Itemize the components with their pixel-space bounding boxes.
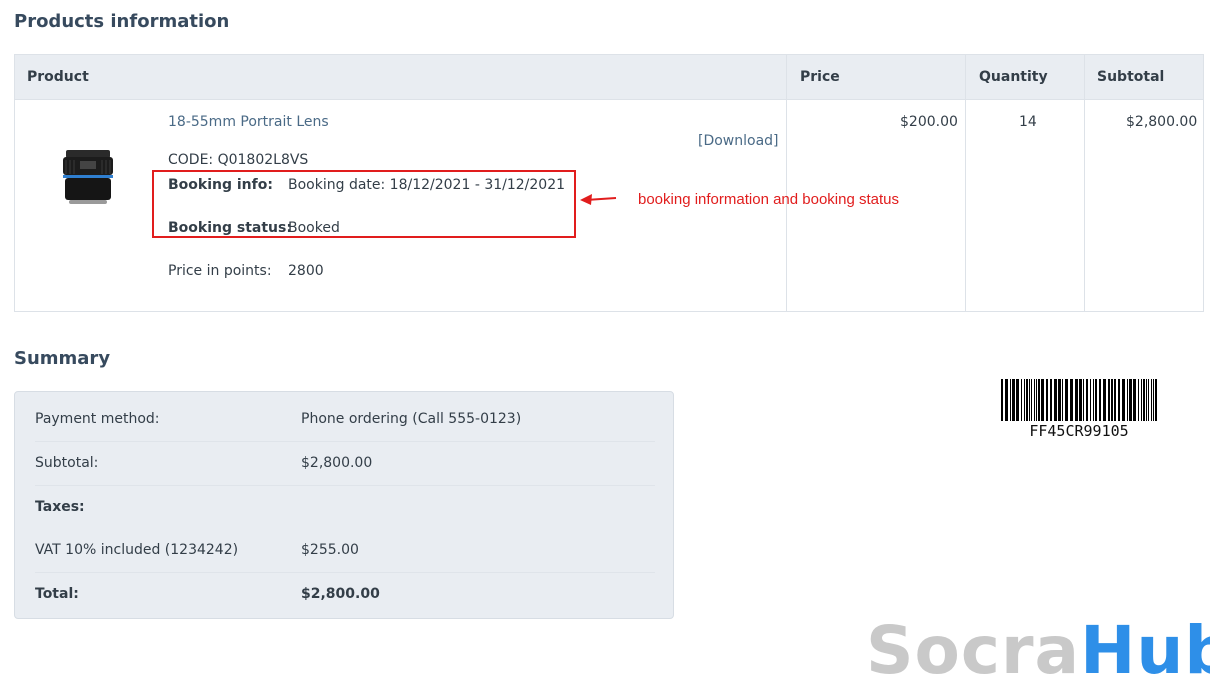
barcode-bar [1141, 379, 1142, 421]
barcode-bar [1058, 379, 1061, 421]
summary-row-vat: VAT 10% included (1234242) $255.00 [35, 529, 655, 573]
column-header-quantity: Quantity [979, 69, 1048, 85]
subtotal-value: $2,800.00 [1126, 114, 1198, 130]
price-value: $200.00 [900, 114, 958, 130]
summary-label: Total: [35, 586, 79, 602]
summary-panel: Payment method: Phone ordering (Call 555… [14, 391, 674, 619]
barcode-bar [1070, 379, 1073, 421]
summary-value: $2,800.00 [301, 455, 373, 471]
barcode-bar [1065, 379, 1068, 421]
column-divider [965, 55, 966, 311]
barcode-bar [1129, 379, 1132, 421]
summary-row-payment-method: Payment method: Phone ordering (Call 555… [35, 398, 655, 442]
annotation-note: booking information and booking status [638, 191, 900, 208]
summary-value: $2,800.00 [301, 586, 380, 602]
summary-row-total: Total: $2,800.00 [35, 573, 655, 616]
barcode-bar [1108, 379, 1110, 421]
download-link[interactable]: [Download] [698, 133, 779, 149]
barcode-bar [1086, 379, 1088, 421]
summary-row-taxes: Taxes: [35, 486, 655, 529]
socrahub-watermark-logo: SocraHub [866, 618, 1210, 684]
barcode-bar [1093, 379, 1094, 421]
watermark-part-2: Hub [1080, 612, 1210, 689]
summary-label: Taxes: [35, 499, 85, 515]
barcode-bar [1138, 379, 1139, 421]
barcode-bar [1133, 379, 1136, 421]
annotation-arrow-icon [580, 194, 617, 205]
barcode-bar [1118, 379, 1120, 421]
summary-row-subtotal: Subtotal: $2,800.00 [35, 442, 655, 486]
barcode-bar [1016, 379, 1019, 421]
barcode-bar [1038, 379, 1040, 421]
summary-label: Subtotal: [35, 455, 99, 471]
barcode-bar [1103, 379, 1106, 421]
barcode-bar [1155, 379, 1157, 421]
barcode-bar [1034, 379, 1035, 421]
barcode-bar [1062, 379, 1063, 421]
barcode-bar [1148, 379, 1149, 421]
barcode-bar [1031, 379, 1032, 421]
barcode-bar [1075, 379, 1078, 421]
product-name-link[interactable]: 18-55mm Portrait Lens [168, 114, 329, 130]
column-divider [786, 55, 787, 311]
barcode-bar [1050, 379, 1052, 421]
barcode-bar [1026, 379, 1028, 421]
summary-value: $255.00 [301, 542, 359, 558]
barcode-bar [1083, 379, 1084, 421]
column-header-price: Price [800, 69, 840, 85]
table-header: Product Price Quantity Subtotal [15, 55, 1203, 100]
barcode-bar [1111, 379, 1113, 421]
quantity-value: 14 [1019, 114, 1037, 130]
column-divider [1084, 55, 1085, 311]
column-header-product: Product [27, 69, 89, 85]
barcode-bar [1095, 379, 1097, 421]
barcode-bar [1024, 379, 1025, 421]
barcode-bar [1010, 379, 1011, 421]
barcode-text: FF45CR99105 [1029, 422, 1129, 440]
barcode-image [1001, 379, 1157, 421]
summary-title: Summary [14, 348, 111, 369]
barcode-bar [1012, 379, 1015, 421]
product-code: CODE: Q01802L8VS [168, 152, 309, 168]
barcode-bar [1021, 379, 1022, 421]
price-in-points-value: 2800 [288, 263, 324, 279]
barcode-bar [1041, 379, 1044, 421]
barcode-bar [1036, 379, 1037, 421]
barcode-bar [1001, 379, 1003, 421]
barcode-bar [1114, 379, 1116, 421]
column-header-subtotal: Subtotal [1097, 69, 1165, 85]
barcode-bar [1079, 379, 1082, 421]
barcode-bar [1099, 379, 1101, 421]
booking-highlight-box [152, 170, 576, 238]
barcode-bar [1029, 379, 1030, 421]
barcode-bar [1090, 379, 1091, 421]
camera-lens-image [63, 150, 113, 204]
watermark-part-1: Socra [866, 612, 1081, 689]
summary-label: Payment method: [35, 411, 160, 427]
barcode-bar [1146, 379, 1147, 421]
barcode-bar [1054, 379, 1057, 421]
barcode-bar [1153, 379, 1154, 421]
summary-label: VAT 10% included (1234242) [35, 542, 239, 558]
summary-value: Phone ordering (Call 555-0123) [301, 411, 522, 427]
price-in-points-label: Price in points: [168, 263, 272, 279]
barcode-bar [1122, 379, 1125, 421]
products-information-title: Products information [14, 11, 230, 32]
barcode-bar [1046, 379, 1048, 421]
barcode-bar [1151, 379, 1152, 421]
barcode-bar [1143, 379, 1145, 421]
barcode-bar [1127, 379, 1128, 421]
barcode-bar [1005, 379, 1008, 421]
